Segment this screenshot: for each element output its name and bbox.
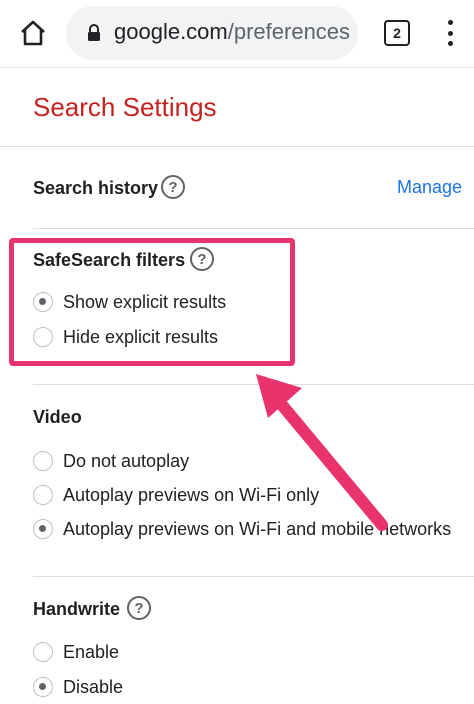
video-option-no-autoplay[interactable]: Do not autoplay [33,449,189,473]
tab-switcher-button[interactable]: 2 [384,20,410,46]
url-path: /preferences [227,19,351,44]
browser-toolbar: google.com/preferences 2 [0,0,474,68]
handwrite-title: Handwrite [33,599,121,619]
divider [0,146,474,147]
radio-button[interactable] [33,677,53,697]
radio-button[interactable] [33,451,53,471]
radio-button[interactable] [33,519,53,539]
video-option-wifi-only[interactable]: Autoplay previews on Wi-Fi only [33,483,319,507]
divider [33,228,474,229]
radio-label: Autoplay previews on Wi-Fi only [63,484,320,505]
handwrite-option-disable[interactable]: Disable [33,675,123,699]
annotation-highlight-box [9,238,295,366]
lock-icon [84,23,104,43]
more-vert-icon[interactable] [440,16,460,50]
radio-label: Disable [63,676,124,697]
url-text: google.com/preferences [114,18,350,46]
help-icon[interactable]: ? [161,175,185,199]
tab-count: 2 [393,25,401,41]
divider [33,576,474,577]
divider [33,384,474,385]
handwrite-option-enable[interactable]: Enable [33,640,119,664]
manage-link[interactable]: Manage [397,177,462,198]
address-bar[interactable]: google.com/preferences [66,6,358,60]
radio-button[interactable] [33,642,53,662]
radio-label: Autoplay previews on Wi-Fi and mobile ne… [63,518,452,539]
video-option-wifi-mobile[interactable]: Autoplay previews on Wi-Fi and mobile ne… [33,517,451,541]
url-host: google.com [114,19,228,44]
radio-label: Do not autoplay [63,450,190,471]
video-title: Video [33,407,82,427]
search-history-title: Search history [33,178,159,198]
radio-button[interactable] [33,485,53,505]
help-icon[interactable]: ? [127,596,151,620]
home-icon[interactable] [14,14,52,52]
radio-label: Enable [63,641,120,662]
page-title: Search Settings [33,92,217,122]
